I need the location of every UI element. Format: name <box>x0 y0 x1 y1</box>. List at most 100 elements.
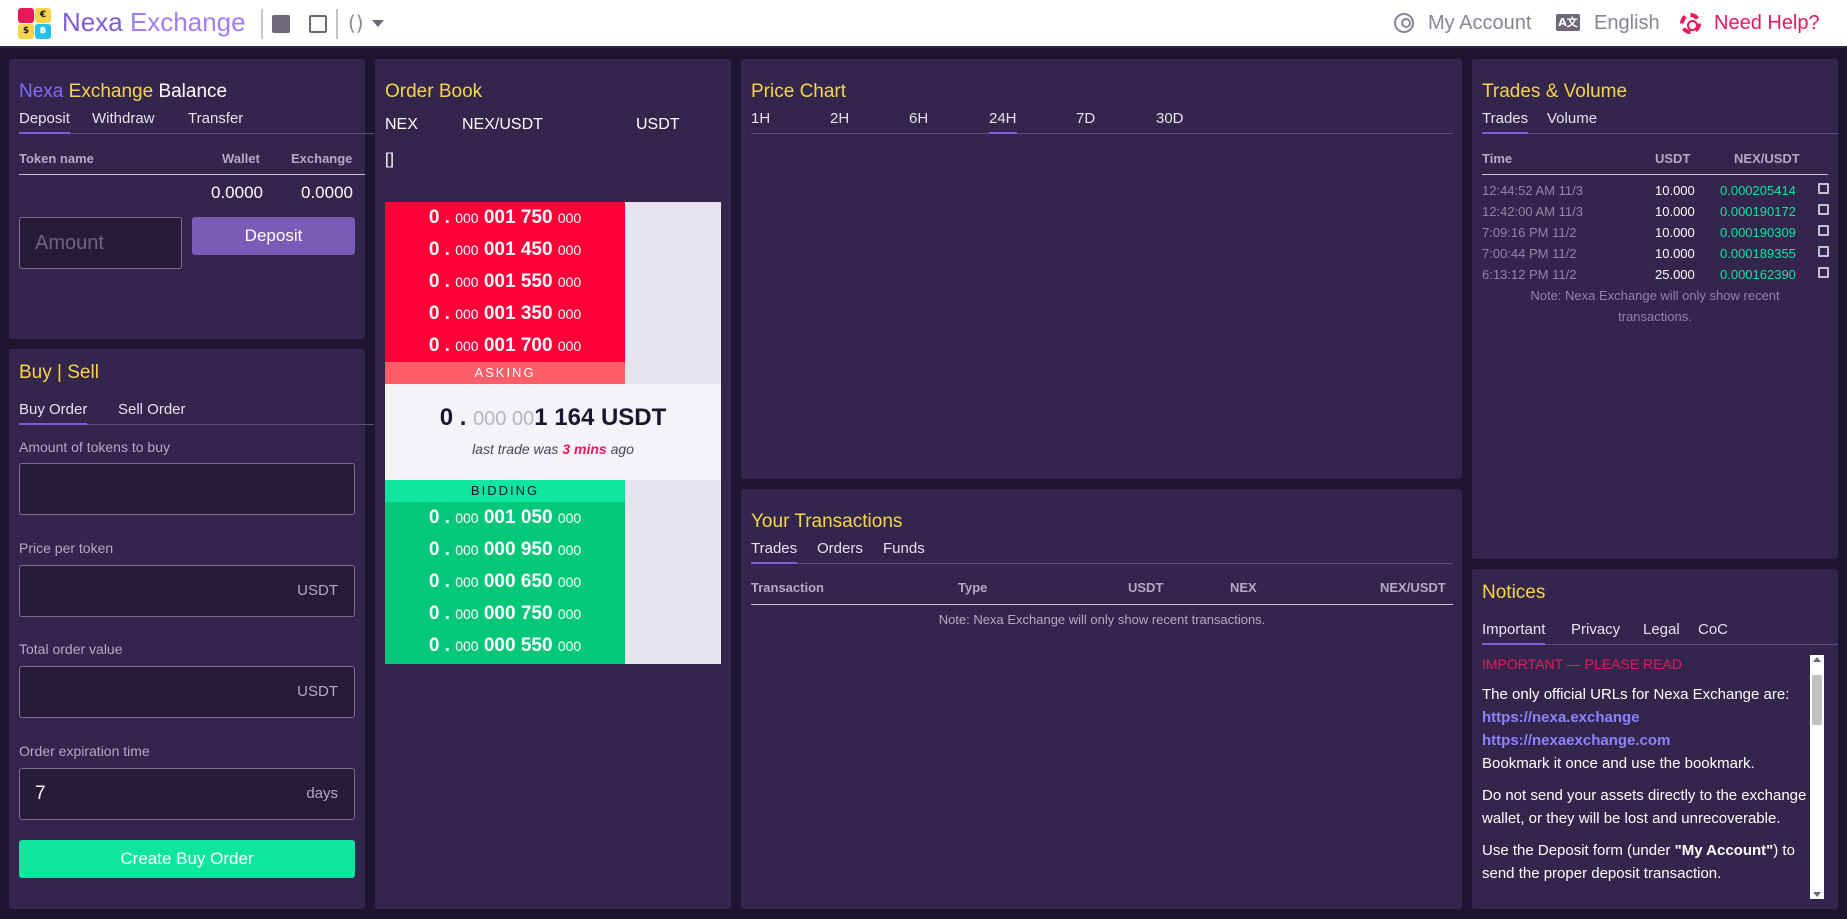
notice-warning: Do not send your assets directly to the … <box>1482 787 1807 827</box>
tab-30d[interactable]: 30D <box>1156 110 1184 127</box>
empty-list-brackets: [] <box>385 151 394 168</box>
tab-coc[interactable]: CoC <box>1698 621 1728 638</box>
scrollbar-thumb[interactable] <box>1812 675 1822 725</box>
trades-volume-panel: Trades & Volume Trades Volume Time USDT … <box>1472 59 1838 559</box>
transactions-panel: Your Transactions Trades Orders Funds Tr… <box>741 489 1462 909</box>
amount-input[interactable]: Amount <box>19 217 182 269</box>
tab-important[interactable]: Important <box>1482 621 1546 645</box>
notice-heading: IMPORTANT — PLEASE READ <box>1482 656 1682 672</box>
price-chart-title: Price Chart <box>751 81 847 102</box>
filled-square-icon[interactable] <box>272 15 290 33</box>
bids-row[interactable]: 0 . 000 000 550 000 <box>385 630 625 662</box>
asks-row[interactable]: 0 . 000 001 550 000 <box>385 266 625 298</box>
tab-trades[interactable]: Trades <box>1482 110 1529 134</box>
col-type: Type <box>958 580 988 595</box>
asks-list: 0 . 000 001 750 000 0 . 000 001 450 000 0 … <box>385 202 625 362</box>
price-chart-panel: Price Chart 1H 2H 6H 24H 7D 30D <box>741 59 1462 479</box>
tab-6h[interactable]: 6H <box>909 110 928 127</box>
last-price-box: 0 . 000 001 164 USDT last trade was 3 mi… <box>385 384 721 480</box>
expiration-input[interactable]: 7 days <box>19 768 355 820</box>
official-url-link[interactable]: https://nexa.exchange <box>1482 706 1809 729</box>
asks-row[interactable]: 0 . 000 001 350 000 <box>385 298 625 330</box>
create-buy-order-button[interactable]: Create Buy Order <box>19 840 355 878</box>
trade-usdt: 25.000 <box>1655 267 1695 282</box>
bids-list: 0 . 000 001 050 000 0 . 000 000 950 000 0 … <box>385 502 625 664</box>
asks-row[interactable]: 0 . 000 001 700 000 <box>385 330 625 362</box>
official-url-link[interactable]: https://nexaexchange.com <box>1482 729 1809 752</box>
amount-placeholder: Amount <box>35 232 104 254</box>
trade-time: 7:00:44 PM 11/2 <box>1482 246 1577 261</box>
timeframe-tabs: 1H 2H 6H 24H 7D 30D <box>751 110 1453 134</box>
tab-2h[interactable]: 2H <box>830 110 849 127</box>
col-nex-usdt: NEX/USDT <box>1734 151 1800 166</box>
notice-urls: The only official URLs for Nexa Exchange… <box>1482 683 1809 775</box>
language-icon[interactable]: A文 <box>1556 14 1580 31</box>
asks-row[interactable]: 0 . 000 001 450 000 <box>385 234 625 266</box>
my-account-link[interactable]: My Account <box>1428 12 1531 35</box>
need-help-link[interactable]: Need Help? <box>1714 12 1820 35</box>
tab-buy-order[interactable]: Buy Order <box>19 401 88 425</box>
col-usdt: USDT <box>636 116 680 133</box>
notice-deposit: Use the Deposit form (under "My Account"… <box>1482 842 1795 882</box>
divider <box>1482 174 1828 175</box>
tab-orders[interactable]: Orders <box>817 540 863 557</box>
network-selector-label[interactable]: () <box>348 11 364 35</box>
total-input[interactable]: USDT <box>19 666 355 718</box>
scroll-up-icon[interactable] <box>1813 657 1821 662</box>
asks-row[interactable]: 0 . 000 001 750 000 <box>385 202 625 234</box>
external-link-icon[interactable] <box>1818 183 1829 194</box>
expiration-value: 7 <box>35 783 46 804</box>
notices-scrollbar[interactable] <box>1810 655 1824 899</box>
top-bar: € $ ฿ Nexa Exchange () My Account A文 Eng… <box>0 0 1847 48</box>
tab-1h[interactable]: 1H <box>751 110 770 127</box>
col-exchange: Exchange <box>291 151 353 166</box>
tab-7d[interactable]: 7D <box>1076 110 1095 127</box>
trade-time: 6:13:12 PM 11/2 <box>1482 267 1577 282</box>
trades-volume-title: Trades & Volume <box>1482 81 1628 102</box>
external-link-icon[interactable] <box>1818 246 1829 257</box>
tab-deposit[interactable]: Deposit <box>19 110 70 134</box>
toolbar-divider <box>336 9 338 39</box>
trade-price: 0.000162390 <box>1720 267 1796 282</box>
tab-funds[interactable]: Funds <box>883 540 925 557</box>
chevron-down-icon[interactable] <box>372 20 384 27</box>
total-label: Total order value <box>19 641 123 657</box>
trade-time: 12:44:52 AM 11/3 <box>1482 183 1583 198</box>
tab-transfer[interactable]: Transfer <box>188 110 243 127</box>
table-row: 6:13:12 PM 11/2 25.000 0.000162390 <box>1482 264 1832 285</box>
bids-row[interactable]: 0 . 000 000 950 000 <box>385 534 625 566</box>
last-price: 0 . 000 001 164 USDT <box>439 404 667 431</box>
bids-row[interactable]: 0 . 000 000 650 000 <box>385 566 625 598</box>
buy-sell-title: Buy | Sell <box>19 362 99 383</box>
tab-sell-order[interactable]: Sell Order <box>118 401 186 418</box>
empty-square-icon[interactable] <box>309 15 327 33</box>
external-link-icon[interactable] <box>1818 225 1829 236</box>
bids-row[interactable]: 0 . 000 001 050 000 <box>385 502 625 534</box>
trade-usdt: 10.000 <box>1655 246 1695 261</box>
scroll-down-icon[interactable] <box>1813 892 1821 897</box>
table-row: 7:00:44 PM 11/2 10.000 0.000189355 <box>1482 243 1832 264</box>
total-unit: USDT <box>297 683 338 700</box>
user-icon[interactable] <box>1394 13 1414 33</box>
tab-privacy[interactable]: Privacy <box>1571 621 1620 638</box>
tab-volume[interactable]: Volume <box>1547 110 1597 127</box>
tab-24h[interactable]: 24H <box>989 110 1017 134</box>
expiration-label: Order expiration time <box>19 743 150 759</box>
external-link-icon[interactable] <box>1818 267 1829 278</box>
trade-usdt: 10.000 <box>1655 183 1695 198</box>
bids-row[interactable]: 0 . 000 000 750 000 <box>385 598 625 630</box>
external-link-icon[interactable] <box>1818 204 1829 215</box>
col-transaction: Transaction <box>751 580 824 595</box>
language-selector[interactable]: English <box>1594 12 1660 35</box>
tab-legal[interactable]: Legal <box>1643 621 1680 638</box>
brand-name[interactable]: Nexa Exchange <box>62 7 246 38</box>
tab-trades[interactable]: Trades <box>751 540 798 564</box>
trades-note: Note: Nexa Exchange will only show recen… <box>1530 288 1780 324</box>
tab-withdraw[interactable]: Withdraw <box>92 110 155 127</box>
buy-sell-tabs: Buy Order Sell Order <box>19 401 374 425</box>
price-input[interactable]: USDT <box>19 565 355 617</box>
amount-tokens-input[interactable] <box>19 463 355 515</box>
lifebuoy-icon[interactable] <box>1680 13 1701 34</box>
deposit-button[interactable]: Deposit <box>192 217 355 255</box>
last-trade-info: last trade was 3 mins ago <box>472 441 634 457</box>
